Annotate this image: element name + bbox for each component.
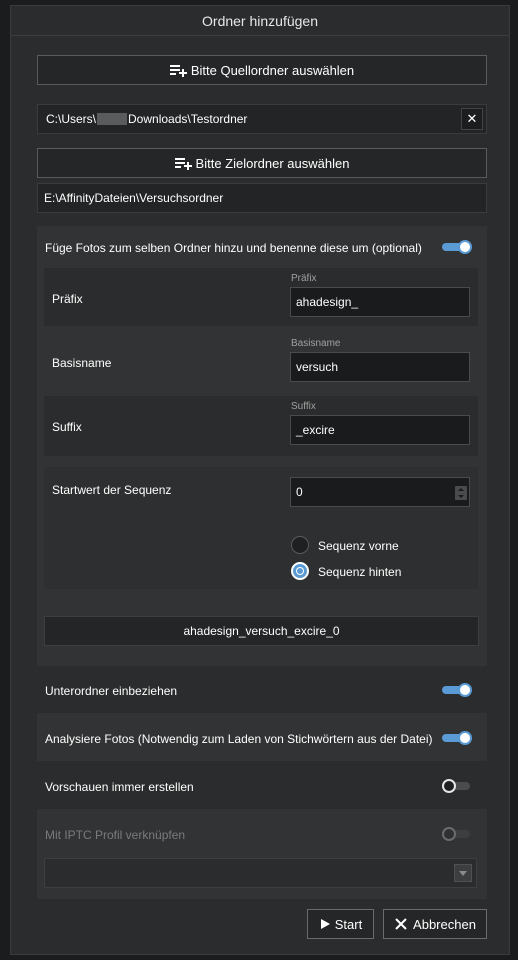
sequence-back-label: Sequenz hinten — [318, 565, 402, 579]
add-folder-dialog: Ordner hinzufügen Bitte Quellordner ausw… — [10, 5, 510, 955]
cancel-button-label: Abbrechen — [413, 916, 476, 932]
redacted-username — [97, 113, 128, 125]
analyze-toggle[interactable] — [442, 731, 472, 745]
playlist-add-icon — [174, 156, 193, 170]
analyze-panel: Analysiere Fotos (Notwendig zum Laden vo… — [37, 713, 487, 761]
close-icon — [395, 918, 407, 930]
basename-field-label: Basisname — [291, 338, 341, 349]
spinner-arrows-icon[interactable] — [455, 486, 467, 500]
iptc-label: Mit IPTC Profil verknüpfen — [45, 828, 186, 842]
suffix-field-label: Suffix — [291, 401, 316, 412]
previews-toggle[interactable] — [442, 779, 472, 793]
basename-row-label: Basisname — [52, 356, 112, 370]
analyze-label: Analysiere Fotos (Notwendig zum Laden vo… — [45, 732, 433, 746]
suffix-row: Suffix Suffix _excire — [44, 396, 478, 456]
chevron-down-icon[interactable] — [454, 864, 472, 882]
prefix-field-label: Präfix — [291, 273, 317, 284]
playlist-add-icon — [169, 63, 188, 77]
prefix-row-label: Präfix — [52, 292, 83, 306]
sequence-row: Startwert der Sequenz 0 Sequenz vorne Se… — [44, 467, 478, 589]
basename-input[interactable]: versuch — [290, 352, 470, 382]
source-path-field: C:\Users\ Downloads\Testordner — [37, 104, 487, 134]
rename-toggle-label: Füge Fotos zum selben Ordner hinzu und b… — [45, 241, 422, 255]
sequence-row-label: Startwert der Sequenz — [52, 483, 172, 497]
prefix-input-value: ahadesign_ — [296, 295, 359, 309]
source-path-prefix: C:\Users\ — [46, 112, 97, 126]
start-button-label: Start — [334, 916, 363, 932]
basename-row: Basisname Basisname versuch — [44, 332, 478, 390]
rename-toggle[interactable] — [442, 240, 472, 254]
play-icon — [320, 919, 330, 929]
select-target-folder-label: Bitte Zielordner auswählen — [195, 155, 350, 171]
sequence-start-input[interactable]: 0 — [290, 477, 470, 507]
basename-input-value: versuch — [296, 360, 339, 374]
sequence-front-label: Sequenz vorne — [318, 539, 399, 553]
iptc-toggle[interactable] — [442, 827, 472, 841]
previews-label: Vorschauen immer erstellen — [45, 780, 194, 794]
select-target-folder-button[interactable]: Bitte Zielordner auswählen — [37, 148, 487, 178]
prefix-row: Präfix Präfix ahadesign_ — [44, 268, 478, 326]
filename-preview: ahadesign_versuch_excire_0 — [44, 616, 479, 646]
suffix-row-label: Suffix — [52, 420, 82, 434]
sequence-back-radio[interactable] — [291, 562, 309, 580]
rename-panel: Füge Fotos zum selben Ordner hinzu und b… — [37, 226, 487, 666]
subfolders-label: Unterordner einbeziehen — [45, 684, 178, 698]
subfolders-toggle[interactable] — [442, 683, 472, 697]
prefix-input[interactable]: ahadesign_ — [290, 287, 470, 317]
filename-preview-text: ahadesign_versuch_excire_0 — [183, 624, 340, 638]
cancel-button[interactable]: Abbrechen — [383, 909, 487, 939]
target-path-field: E:\AffinityDateien\Versuchsordner — [37, 183, 487, 213]
start-button[interactable]: Start — [307, 909, 374, 939]
close-icon: ✕ — [466, 111, 478, 126]
suffix-input-value: _excire — [296, 423, 335, 437]
select-source-folder-button[interactable]: Bitte Quellordner auswählen — [37, 55, 487, 85]
sequence-start-value: 0 — [296, 485, 303, 499]
clear-source-button[interactable]: ✕ — [461, 108, 483, 130]
sequence-front-radio[interactable] — [291, 536, 309, 554]
select-source-folder-label: Bitte Quellordner auswählen — [190, 62, 355, 78]
dialog-title: Ordner hinzufügen — [11, 6, 509, 36]
iptc-panel: Mit IPTC Profil verknüpfen — [37, 809, 487, 899]
source-path-suffix: Downloads\Testordner — [128, 112, 248, 126]
target-path-text: E:\AffinityDateien\Versuchsordner — [44, 191, 224, 205]
suffix-input[interactable]: _excire — [290, 415, 470, 445]
iptc-profile-select[interactable] — [44, 858, 477, 888]
